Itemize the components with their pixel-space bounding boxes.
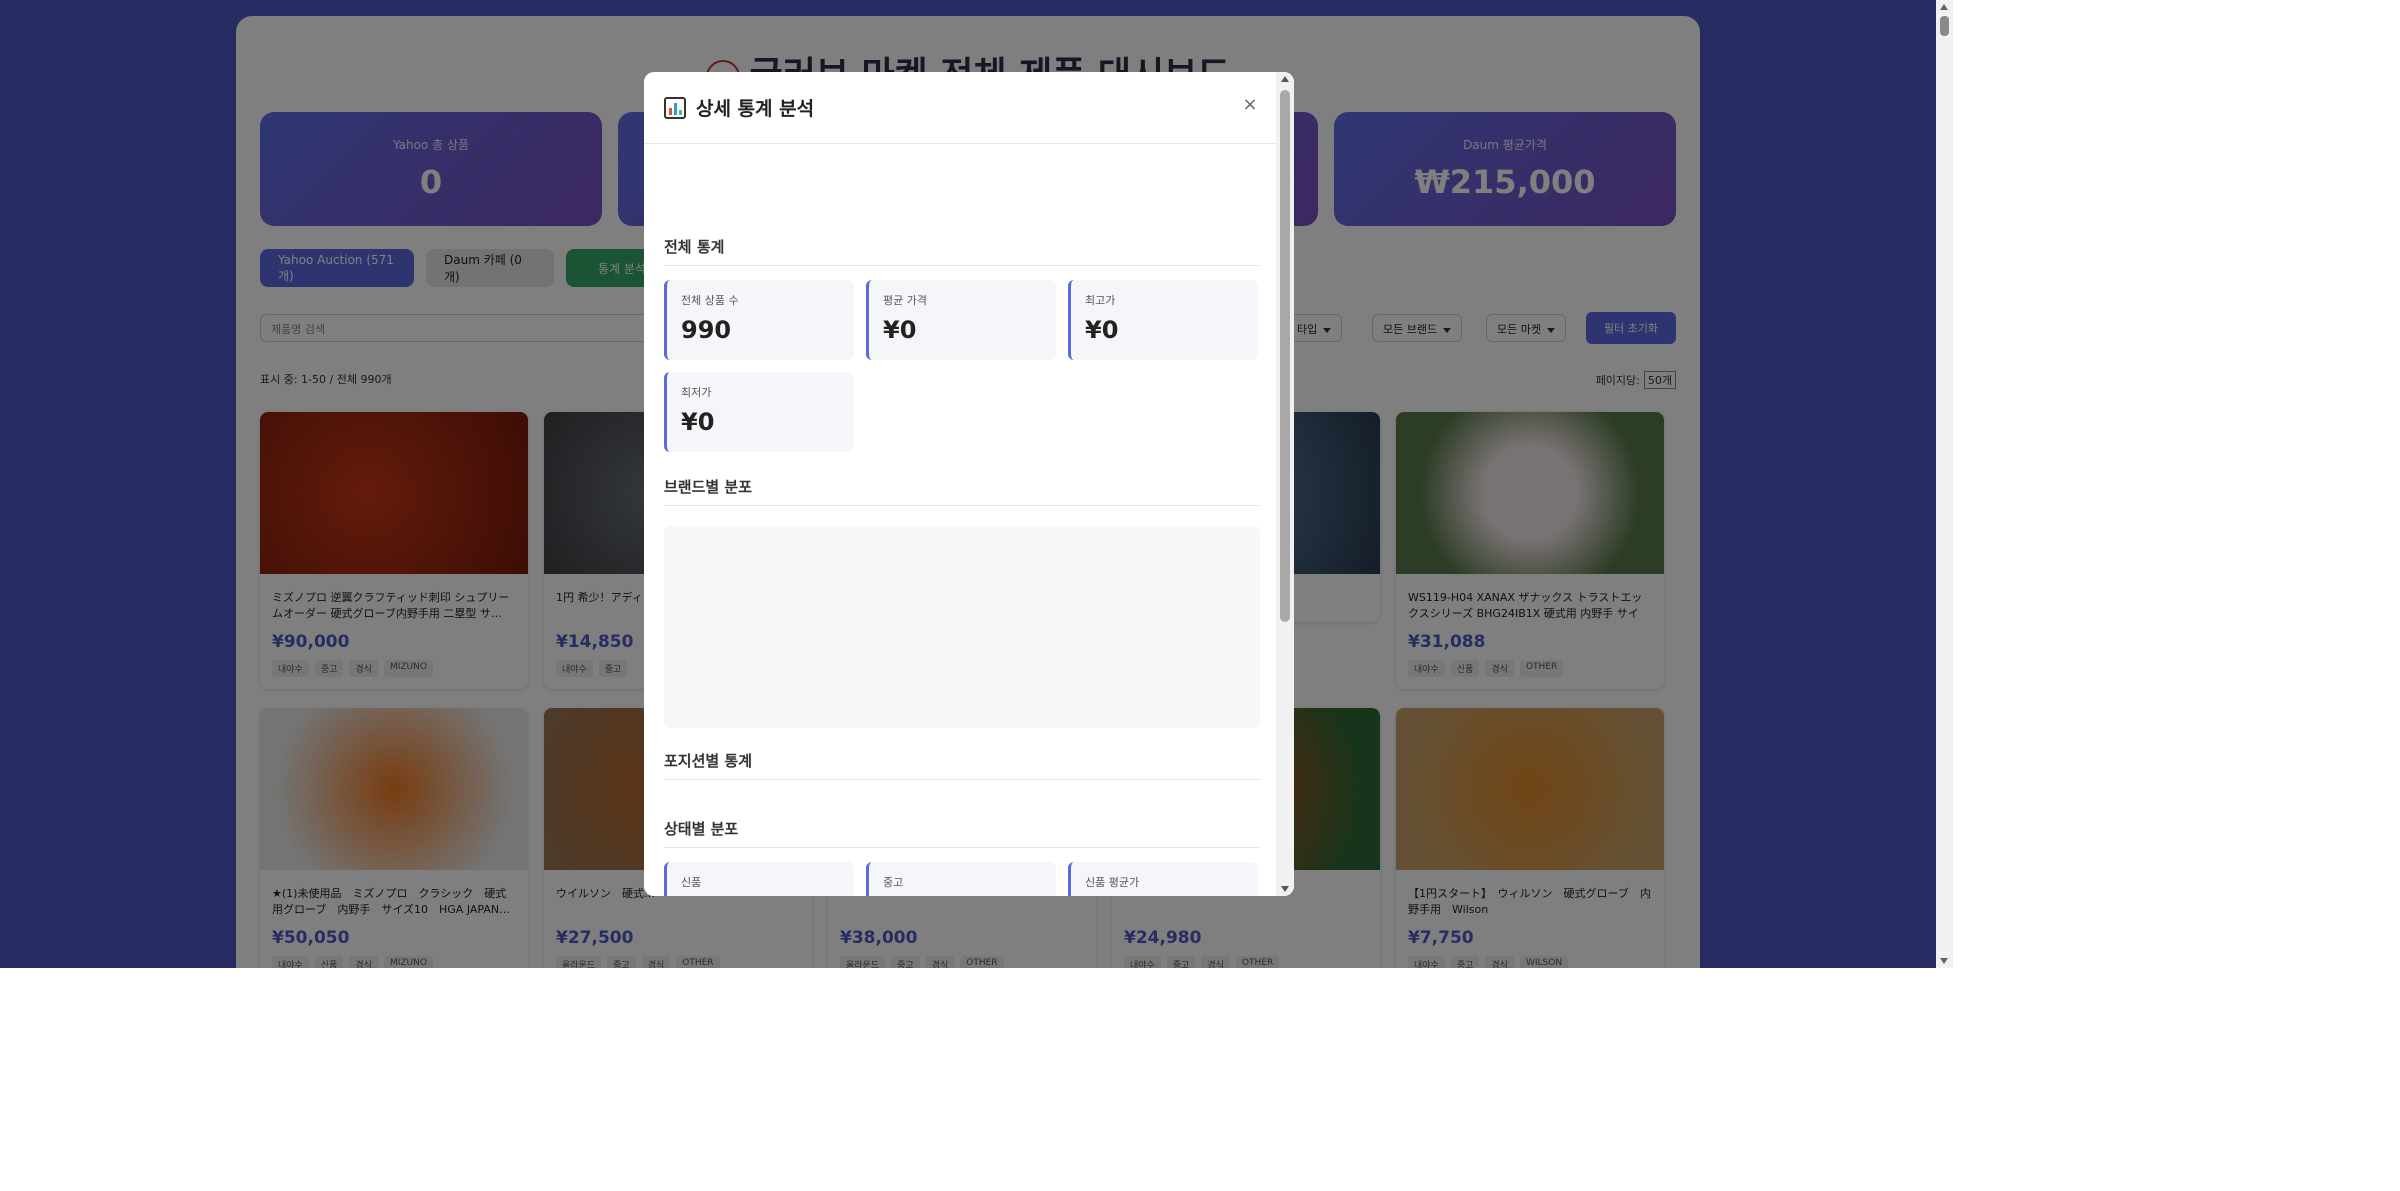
stat-box-new-avg-price: 신품 평균가 ¥0 [1068, 862, 1258, 896]
stat-box-max-price: 최고가 ¥0 [1068, 280, 1258, 360]
modal-title: 상세 통계 분석 [696, 98, 815, 120]
stat-box-label: 전체 상품 수 [681, 294, 739, 307]
scroll-down-icon[interactable] [1281, 886, 1289, 892]
stat-box-value: ¥0 [1085, 316, 1119, 344]
modal-header: 상세 통계 분석 [644, 72, 1276, 144]
modal-scrollbar-thumb[interactable] [1280, 90, 1290, 622]
stat-box-label: 신품 [681, 876, 702, 889]
brand-chart-area [664, 526, 1260, 728]
stat-box-used: 중고 0 [866, 862, 1056, 896]
section-title-position: 포지션별 통계 [664, 750, 1260, 780]
stat-box-min-price: 최저가 ¥0 [664, 372, 854, 452]
bar-chart-icon [664, 96, 686, 119]
modal-scrollbar[interactable] [1276, 72, 1294, 896]
scroll-up-icon[interactable] [1940, 4, 1948, 10]
page-scrollbar[interactable] [1936, 0, 1953, 968]
section-title-brand: 브랜드별 분포 [664, 476, 1260, 506]
modal-body: 전체 통계 전체 상품 수 990 평균 가격 ¥0 최고가 ¥0 최저가 ¥0… [664, 144, 1260, 896]
stat-box-label: 최고가 [1085, 294, 1116, 307]
stat-box-new: 신품 0 [664, 862, 854, 896]
stat-box-total-count: 전체 상품 수 990 [664, 280, 854, 360]
browser-viewport: 글러브 마켓 전체 제품 대시보드 Yahoo 총 상품 0 Daum 평균가격… [0, 0, 1936, 968]
scroll-up-icon[interactable] [1281, 76, 1289, 82]
close-button[interactable]: × [1240, 94, 1260, 115]
scroll-down-icon[interactable] [1940, 958, 1948, 964]
stat-box-value: ¥0 [883, 316, 917, 344]
stat-box-value: ¥0 [681, 408, 715, 436]
stat-box-avg-price: 평균 가격 ¥0 [866, 280, 1056, 360]
stats-modal: 상세 통계 분석 × 전체 통계 전체 상품 수 990 평균 가격 ¥0 최고… [644, 72, 1294, 896]
stat-box-label: 평균 가격 [883, 294, 927, 307]
stat-box-label: 최저가 [681, 386, 712, 399]
page-scrollbar-thumb[interactable] [1940, 16, 1949, 36]
stat-box-label: 중고 [883, 876, 904, 889]
stat-box-value: 990 [681, 316, 732, 344]
stat-box-label: 신품 평균가 [1085, 876, 1140, 889]
section-title-overall: 전체 통계 [664, 236, 1260, 266]
section-title-condition: 상태별 분포 [664, 818, 1260, 848]
